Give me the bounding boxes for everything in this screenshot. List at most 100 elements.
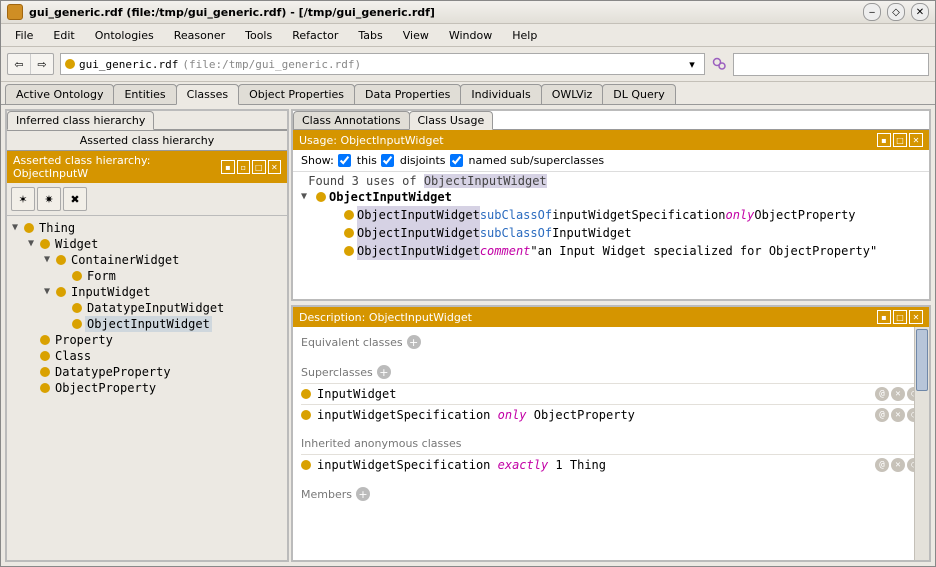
tree-node[interactable]: ObjectProperty bbox=[9, 380, 285, 396]
tree-label: DatatypeProperty bbox=[53, 364, 173, 380]
delete-class-button[interactable]: ✖ bbox=[63, 187, 87, 211]
usage-body[interactable]: Found 3 uses of ObjectInputWidget▼Object… bbox=[293, 172, 929, 299]
tab-data-properties[interactable]: Data Properties bbox=[354, 84, 461, 104]
class-tree[interactable]: ▼Thing▼Widget▼ContainerWidgetForm▼InputW… bbox=[7, 216, 287, 560]
add-equiv-button[interactable]: + bbox=[407, 335, 421, 349]
menu-ontologies[interactable]: Ontologies bbox=[87, 27, 162, 44]
members-label: Members bbox=[301, 488, 352, 501]
show-disjoints-checkbox[interactable] bbox=[381, 154, 394, 167]
description-body[interactable]: Equivalent classes+ Superclasses+ InputW… bbox=[293, 327, 929, 560]
row-annot-button[interactable]: @ bbox=[875, 458, 889, 472]
tree-node[interactable]: ▼Widget bbox=[9, 236, 285, 252]
class-bullet-icon bbox=[40, 351, 50, 361]
menu-refactor[interactable]: Refactor bbox=[284, 27, 346, 44]
maximize-button[interactable]: ◇ bbox=[887, 3, 905, 21]
add-superclass-button[interactable]: + bbox=[377, 365, 391, 379]
address-dropdown-button[interactable]: ▾ bbox=[684, 58, 700, 71]
add-member-button[interactable]: + bbox=[356, 487, 370, 501]
close-button[interactable]: ✕ bbox=[911, 3, 929, 21]
menu-file[interactable]: File bbox=[7, 27, 41, 44]
row-annot-button[interactable]: @ bbox=[875, 408, 889, 422]
tree-node[interactable]: ObjectInputWidget bbox=[9, 316, 285, 332]
description-panel: Description: ObjectInputWidget ▪ □ ✕ Equ… bbox=[291, 305, 931, 562]
usage-panel-btn-2[interactable]: □ bbox=[893, 133, 907, 147]
scrollbar-thumb[interactable] bbox=[916, 329, 928, 391]
usage-line[interactable]: ObjectInputWidget subClassOf inputWidget… bbox=[301, 206, 921, 224]
class-bullet-icon bbox=[40, 239, 50, 249]
tree-node[interactable]: ▼ContainerWidget bbox=[9, 252, 285, 268]
tree-label: Class bbox=[53, 348, 93, 364]
usage-panel: Class AnnotationsClass Usage Usage: Obje… bbox=[291, 109, 931, 301]
tree-node[interactable]: DatatypeInputWidget bbox=[9, 300, 285, 316]
panel-close-button[interactable]: ✕ bbox=[268, 160, 281, 174]
class-bullet-icon bbox=[40, 383, 50, 393]
panel-btn-3[interactable]: □ bbox=[252, 160, 265, 174]
menu-edit[interactable]: Edit bbox=[45, 27, 82, 44]
tab-classes[interactable]: Classes bbox=[176, 84, 239, 105]
row-delete-button[interactable]: ✕ bbox=[891, 387, 905, 401]
ontology-icon bbox=[65, 59, 75, 69]
superclass-text: InputWidget bbox=[317, 387, 875, 401]
show-this-checkbox[interactable] bbox=[338, 154, 351, 167]
minimize-button[interactable]: ‒ bbox=[863, 3, 881, 21]
tab-owlviz[interactable]: OWLViz bbox=[541, 84, 604, 104]
forward-button[interactable]: ⇨ bbox=[31, 54, 53, 74]
search-icon bbox=[711, 56, 727, 72]
usage-line[interactable]: ObjectInputWidget comment "an Input Widg… bbox=[301, 242, 921, 260]
desc-panel-btn-2[interactable]: □ bbox=[893, 310, 907, 324]
address-bar[interactable]: gui_generic.rdf (file:/tmp/gui_generic.r… bbox=[60, 53, 705, 75]
tree-node[interactable]: DatatypeProperty bbox=[9, 364, 285, 380]
menu-view[interactable]: View bbox=[395, 27, 437, 44]
show-named-checkbox[interactable] bbox=[450, 154, 463, 167]
menu-window[interactable]: Window bbox=[441, 27, 500, 44]
tree-label: Thing bbox=[37, 220, 77, 236]
tree-toggle-icon[interactable]: ▼ bbox=[41, 252, 53, 268]
usage-panel-close[interactable]: ✕ bbox=[909, 133, 923, 147]
tab-entities[interactable]: Entities bbox=[113, 84, 176, 104]
tree-node[interactable]: ▼ Thing bbox=[9, 220, 285, 236]
tree-toolbar: ✶ ✷ ✖ bbox=[7, 183, 287, 216]
row-delete-button[interactable]: ✕ bbox=[891, 458, 905, 472]
tree-label: ObjectProperty bbox=[53, 380, 158, 396]
panel-btn-2[interactable]: ▫ bbox=[237, 160, 250, 174]
back-button[interactable]: ⇦ bbox=[8, 54, 31, 74]
tree-node[interactable]: Form bbox=[9, 268, 285, 284]
menu-tools[interactable]: Tools bbox=[237, 27, 280, 44]
menu-tabs[interactable]: Tabs bbox=[350, 27, 390, 44]
left-panel: Inferred class hierarchy Asserted class … bbox=[5, 109, 289, 562]
tree-toggle-icon[interactable]: ▼ bbox=[25, 236, 37, 252]
usage-panel-btn-1[interactable]: ▪ bbox=[877, 133, 891, 147]
tree-toggle-icon[interactable]: ▼ bbox=[9, 220, 21, 236]
inherited-row: inputWidgetSpecification exactly 1 Thing… bbox=[301, 454, 921, 475]
tree-toggle-icon[interactable]: ▼ bbox=[41, 284, 53, 300]
class-bullet-icon bbox=[72, 319, 82, 329]
search-input[interactable] bbox=[733, 53, 929, 76]
add-child-button[interactable]: ✷ bbox=[37, 187, 61, 211]
tab-dl-query[interactable]: DL Query bbox=[602, 84, 676, 104]
row-annot-button[interactable]: @ bbox=[875, 387, 889, 401]
tab-object-properties[interactable]: Object Properties bbox=[238, 84, 355, 104]
tree-node[interactable]: ▼InputWidget bbox=[9, 284, 285, 300]
add-sibling-button[interactable]: ✶ bbox=[11, 187, 35, 211]
asserted-hierarchy-header: Asserted class hierarchy bbox=[7, 130, 287, 151]
tab-active-ontology[interactable]: Active Ontology bbox=[5, 84, 114, 104]
class-bullet-icon bbox=[56, 255, 66, 265]
titlebar: gui_generic.rdf (file:/tmp/gui_generic.r… bbox=[1, 1, 935, 24]
tab-inferred-hierarchy[interactable]: Inferred class hierarchy bbox=[7, 111, 154, 130]
window-title: gui_generic.rdf (file:/tmp/gui_generic.r… bbox=[29, 6, 857, 19]
tab-class-annotations[interactable]: Class Annotations bbox=[293, 111, 410, 129]
menu-help[interactable]: Help bbox=[504, 27, 545, 44]
scrollbar[interactable] bbox=[914, 327, 929, 560]
usage-root[interactable]: ▼ObjectInputWidget bbox=[301, 188, 921, 206]
desc-panel-close[interactable]: ✕ bbox=[909, 310, 923, 324]
panel-btn-1[interactable]: ▪ bbox=[221, 160, 234, 174]
row-delete-button[interactable]: ✕ bbox=[891, 408, 905, 422]
tab-individuals[interactable]: Individuals bbox=[460, 84, 541, 104]
tree-node[interactable]: Class bbox=[9, 348, 285, 364]
tree-node[interactable]: Property bbox=[9, 332, 285, 348]
desc-panel-btn-1[interactable]: ▪ bbox=[877, 310, 891, 324]
show-label: Show: bbox=[301, 154, 334, 167]
menu-reasoner[interactable]: Reasoner bbox=[166, 27, 233, 44]
usage-line[interactable]: ObjectInputWidget subClassOf InputWidget bbox=[301, 224, 921, 242]
tab-class-usage[interactable]: Class Usage bbox=[409, 111, 494, 130]
